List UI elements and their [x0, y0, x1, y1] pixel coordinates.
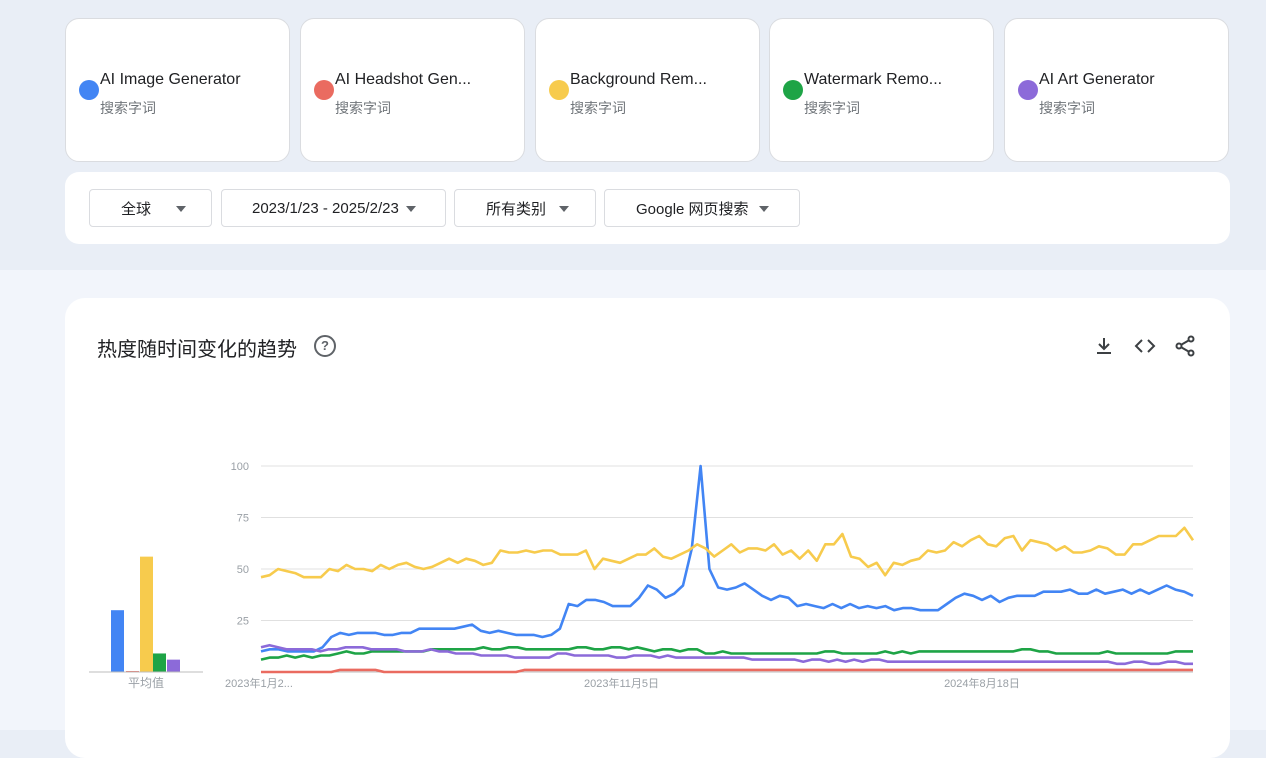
search-term-name: AI Art Generator [1039, 71, 1155, 88]
series-color-dot [783, 80, 803, 100]
average-bar [167, 659, 180, 672]
x-tick-label: 2024年8月18日 [944, 676, 1020, 690]
search-term-card[interactable]: AI Art Generator 搜索字词 [1004, 18, 1229, 162]
filter-bar: 全球 2023/1/23 - 2025/2/23 所有类别 Google 网页搜… [65, 172, 1230, 244]
search-term-card[interactable]: Watermark Remo... 搜索字词 [769, 18, 994, 162]
search-term-type: 搜索字词 [570, 100, 626, 116]
region-filter-label: 全球 [121, 200, 152, 218]
y-tick-label: 100 [231, 461, 249, 473]
region-filter[interactable]: 全球 [89, 189, 212, 227]
average-bar [111, 610, 124, 672]
search-type-filter[interactable]: Google 网页搜索 [604, 189, 800, 227]
search-term-card[interactable]: Background Rem... 搜索字词 [535, 18, 760, 162]
series-line [260, 526, 1195, 579]
series-color-dot [1018, 80, 1038, 100]
search-type-filter-label: Google 网页搜索 [636, 200, 749, 218]
date-range-filter[interactable]: 2023/1/23 - 2025/2/23 [221, 189, 446, 227]
search-term-name: Background Rem... [570, 71, 707, 88]
y-tick-label: 25 [237, 616, 249, 628]
chevron-down-icon [559, 206, 569, 212]
search-term-card[interactable]: AI Headshot Gen... 搜索字词 [300, 18, 525, 162]
search-term-card[interactable]: AI Image Generator 搜索字词 [65, 18, 290, 162]
search-term-type: 搜索字词 [804, 100, 860, 116]
chevron-down-icon [759, 206, 769, 212]
x-tick-label: 2023年11月5日 [584, 676, 659, 690]
search-term-name: Watermark Remo... [804, 71, 943, 88]
search-term-name: AI Image Generator [100, 71, 241, 88]
average-bar [153, 653, 166, 672]
chevron-down-icon [406, 206, 416, 212]
x-tick-label: 2023年1月2... [225, 676, 293, 690]
series-color-dot [79, 80, 99, 100]
chevron-down-icon [176, 206, 186, 212]
search-term-type: 搜索字词 [1039, 100, 1095, 116]
interest-over-time-panel: 热度随时间变化的趋势 ? 100 75 50 25 2023年1月2... 2023年11… [65, 298, 1230, 758]
header-area: AI Image Generator 搜索字词 AI Headshot Gen...… [0, 0, 1266, 270]
search-term-name: AI Headshot Gen... [335, 71, 472, 88]
series-color-dot [549, 80, 569, 100]
series-line [260, 464, 1194, 653]
average-label: 平均值 [128, 675, 164, 690]
category-filter-label: 所有类别 [486, 200, 547, 218]
y-tick-label: 75 [237, 513, 249, 525]
search-term-type: 搜索字词 [335, 100, 391, 116]
trend-chart: 100 75 50 25 2023年1月2... 2023年11月5日 2024年8月18日… [89, 461, 1195, 690]
y-tick-label: 50 [237, 564, 249, 576]
date-range-filter-label: 2023/1/23 - 2025/2/23 [252, 199, 399, 217]
category-filter[interactable]: 所有类别 [454, 189, 596, 227]
series-line [260, 643, 1193, 666]
series-color-dot [314, 80, 334, 100]
average-bar [140, 556, 153, 672]
search-term-type: 搜索字词 [100, 100, 156, 116]
